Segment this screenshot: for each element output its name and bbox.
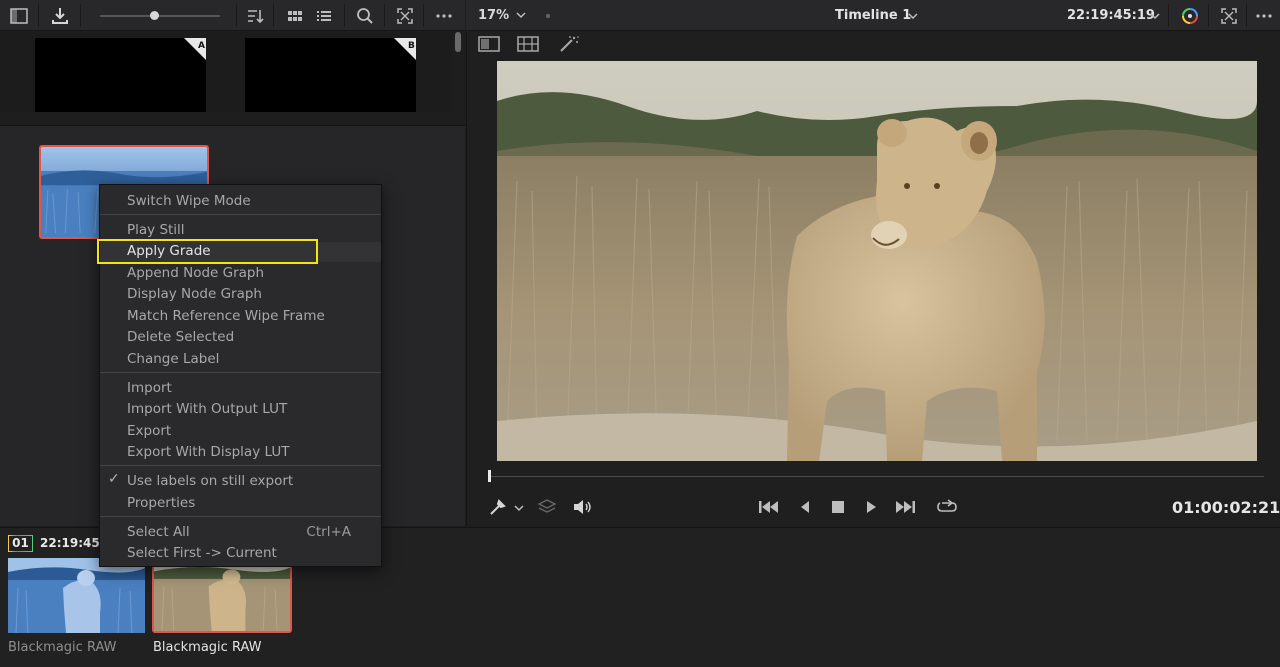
color-wheel-icon[interactable]	[1180, 6, 1200, 26]
menu-item-export-with-display-lut[interactable]: Export With Display LUT	[127, 444, 289, 460]
playhead[interactable]	[488, 470, 491, 482]
shortcut-label: Ctrl+A	[306, 524, 351, 540]
skip-to-start-icon[interactable]	[757, 497, 779, 517]
layers-icon[interactable]	[536, 497, 558, 517]
sort-icon[interactable]	[245, 6, 265, 26]
color-picker-icon[interactable]	[487, 497, 509, 517]
magic-wand-icon[interactable]	[557, 35, 581, 53]
menu-item-play-still[interactable]: Play Still	[127, 222, 185, 238]
chevron-down-icon[interactable]	[1148, 9, 1162, 23]
menu-item-append-node-graph[interactable]: Append Node Graph	[127, 265, 264, 281]
import-still-icon[interactable]	[50, 6, 70, 26]
playhead-scrubber[interactable]	[489, 476, 1264, 477]
viewer-image[interactable]	[497, 61, 1257, 461]
clip-thumbnail[interactable]	[8, 558, 145, 633]
svg-text:A: A	[198, 41, 205, 51]
fullscreen-icon[interactable]	[1219, 6, 1239, 26]
loop-icon[interactable]	[936, 497, 958, 517]
menu-item-match-reference-wipe-frame[interactable]: Match Reference Wipe Frame	[127, 308, 325, 324]
highlight-annotation	[97, 239, 318, 264]
memory-tag: B	[394, 38, 416, 60]
menu-item-import[interactable]: Import	[127, 380, 172, 396]
memory-slot-b[interactable]: B	[245, 38, 416, 112]
more-icon[interactable]	[1254, 6, 1274, 26]
more-icon[interactable]	[434, 6, 454, 26]
split-screen-icon[interactable]	[516, 35, 540, 53]
menu-item-change-label[interactable]: Change Label	[127, 351, 219, 367]
play-icon[interactable]	[860, 497, 882, 517]
menu-item-properties[interactable]: Properties	[127, 495, 195, 511]
clip-timecode: 22:19:45:	[40, 536, 105, 550]
memory-slot-a[interactable]: A	[35, 38, 206, 112]
gallery-toolbar	[0, 0, 465, 31]
menu-item-import-with-output-lut[interactable]: Import With Output LUT	[127, 401, 287, 417]
zoom-level[interactable]: 17%	[478, 8, 509, 23]
search-icon[interactable]	[355, 6, 375, 26]
menu-item-select-all[interactable]: Select All	[127, 524, 190, 540]
chevron-down-icon[interactable]	[514, 8, 528, 22]
viewer-timecode[interactable]: 22:19:45:19	[1067, 8, 1155, 23]
skip-to-end-icon[interactable]	[895, 497, 917, 517]
chevron-down-icon[interactable]	[906, 9, 920, 23]
indicator-dot	[546, 14, 550, 18]
menu-item-switch-wipe-mode[interactable]: Switch Wipe Mode	[127, 193, 251, 209]
menu-item-display-node-graph[interactable]: Display Node Graph	[127, 286, 262, 302]
clip-name: Blackmagic RAW	[153, 640, 262, 655]
grid-view-icon[interactable]	[285, 6, 305, 26]
checkmark-icon: ✓	[108, 471, 120, 487]
menu-item-use-labels-on-still-export[interactable]: Use labels on still export	[127, 473, 293, 489]
chevron-down-icon[interactable]	[512, 497, 526, 517]
clip-thumbnail[interactable]	[152, 558, 292, 633]
menu-item-export[interactable]: Export	[127, 423, 171, 439]
list-view-icon[interactable]	[314, 6, 334, 26]
menu-item-delete-selected[interactable]: Delete Selected	[127, 329, 234, 345]
svg-text:B: B	[408, 41, 415, 51]
clip-name: Blackmagic RAW	[8, 640, 117, 655]
volume-icon[interactable]	[571, 497, 593, 517]
stop-icon[interactable]	[827, 497, 849, 517]
timeline-title[interactable]: Timeline 1	[835, 8, 911, 23]
playback-timecode: 01:00:02:21	[1172, 498, 1280, 517]
clip-number-badge: 01	[8, 535, 33, 552]
scrollbar[interactable]	[455, 32, 461, 52]
slider-thumb[interactable]	[150, 11, 159, 20]
sidebar-toggle-icon[interactable]	[9, 6, 29, 26]
expand-icon[interactable]	[395, 6, 415, 26]
memory-tag: A	[184, 38, 206, 60]
step-back-icon[interactable]	[794, 497, 816, 517]
thumbnail-size-slider[interactable]	[100, 15, 220, 17]
menu-item-select-first-to-current[interactable]: Select First -> Current	[127, 545, 277, 561]
wipe-mode-icon[interactable]	[477, 35, 501, 53]
